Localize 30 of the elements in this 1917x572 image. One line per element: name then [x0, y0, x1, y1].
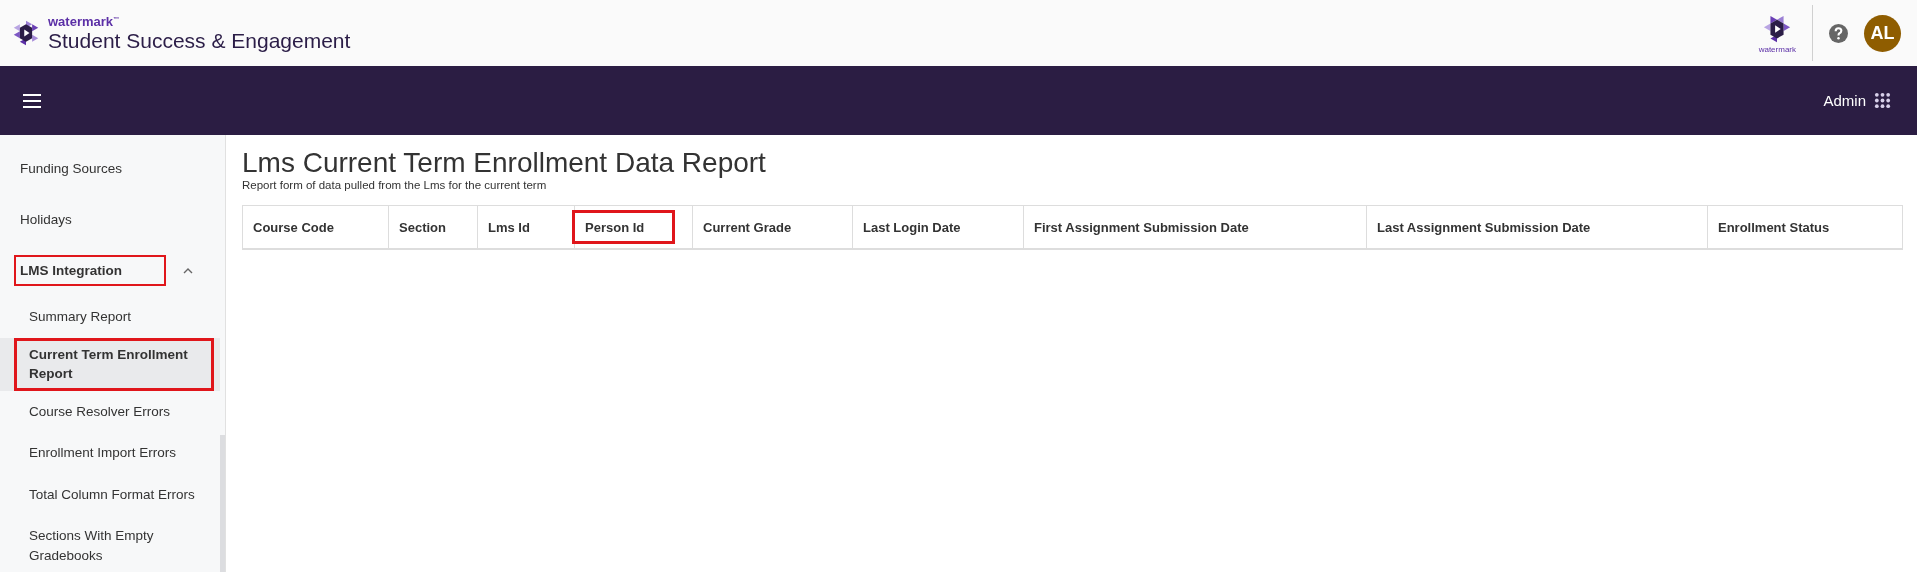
logo-icon — [12, 18, 40, 48]
sidebar-item[interactable]: LMS Integration — [14, 255, 166, 286]
apps-grid-icon[interactable] — [1874, 92, 1891, 109]
sidebar-subitem[interactable]: Course Resolver Errors — [14, 390, 219, 433]
sidebar-subitem[interactable]: Current Term Enrollment Report — [14, 337, 214, 391]
brand-name: watermark$^{™}$ — [48, 15, 121, 28]
column-header[interactable]: Last Login Date — [853, 206, 1024, 248]
column-header[interactable]: Lms Id — [478, 206, 575, 248]
product-name: Student Success & Engagement — [48, 30, 351, 51]
partner-logo: watermark — [1758, 12, 1796, 54]
sidebar-subitem[interactable]: Summary Report — [14, 296, 219, 338]
column-header[interactable]: Enrollment Status — [1708, 206, 1902, 248]
page-subtitle: Report form of data pulled from the Lms for the current term — [242, 179, 548, 191]
sidebar-subitem[interactable]: Sections With Empty Gradebooks — [14, 515, 219, 572]
column-header[interactable]: Last Assignment Submission Date — [1367, 206, 1708, 248]
page-title: Lms Current Term Enrollment Data Report — [242, 147, 767, 179]
chevron-up-icon[interactable] — [183, 267, 193, 274]
scrollbar-thumb[interactable] — [220, 435, 225, 572]
column-header[interactable]: Section — [389, 206, 478, 248]
column-header[interactable]: Current Grade — [693, 206, 853, 248]
sidebar-subitem[interactable]: Total Column Format Errors — [14, 473, 219, 516]
help-icon[interactable] — [1829, 23, 1848, 43]
column-header[interactable]: First Assignment Submission Date — [1024, 206, 1367, 248]
sidebar-subitem[interactable]: Enrollment Import Errors — [14, 432, 219, 474]
sidebar-item[interactable]: Funding Sources — [14, 153, 129, 184]
column-header[interactable]: Course Code — [243, 206, 389, 248]
user-avatar[interactable]: AL — [1864, 14, 1901, 52]
menu-icon[interactable] — [23, 93, 41, 108]
admin-menu-button[interactable]: Admin — [1823, 92, 1866, 109]
sidebar-item[interactable]: Holidays — [14, 204, 78, 235]
